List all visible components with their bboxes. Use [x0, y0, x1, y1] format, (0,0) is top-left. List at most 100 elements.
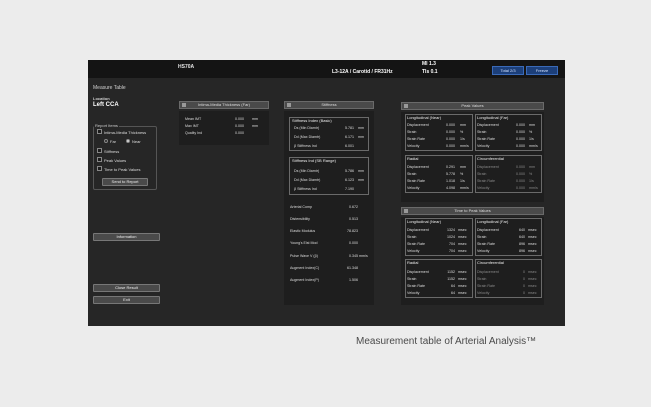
- near-radio[interactable]: [126, 139, 130, 143]
- stiffness-row-label: Arterial Comp: [290, 205, 312, 209]
- peak-row-label: Strain: [407, 130, 417, 134]
- time-to-peak-header: Time to Peak Values: [401, 207, 544, 215]
- peak-group-title: Longitudinal (Far): [477, 115, 509, 120]
- stiffness-row-value: 0.513: [349, 217, 358, 221]
- imt-row-unit: mm: [252, 124, 258, 128]
- ttp-row-unit: msec: [458, 228, 467, 232]
- stiffness-row-label: Augment Index(C): [290, 266, 320, 270]
- ttp-row-value: 0: [523, 270, 525, 274]
- ttp-row-value: 0: [523, 291, 525, 295]
- peak-row-label: Strain Rate: [407, 179, 425, 183]
- ttp-row-value: 704: [449, 242, 455, 246]
- peak-row-unit: %: [529, 130, 533, 134]
- time-to-peak-checkbox-label: Time to Peak Values: [104, 167, 141, 172]
- peak-row-unit: mm/s: [460, 186, 469, 190]
- far-radio[interactable]: [104, 139, 108, 143]
- peak-row-label: Displacement: [407, 123, 429, 127]
- ttp-row-label: Strain: [407, 277, 417, 281]
- ttp-row-label: Velocity: [407, 291, 420, 295]
- section-icon: [404, 209, 408, 213]
- stiffness-row-label: Elastic Modulus: [290, 229, 316, 233]
- peak-row-value: 0.000: [446, 130, 455, 134]
- peak-row-value: 0.000: [516, 165, 525, 169]
- imt-row-label: Max IMT: [185, 124, 199, 128]
- stiffness-basic-title: Stiffness Index (Basic): [292, 118, 332, 123]
- peak-row-label: Displacement: [407, 165, 429, 169]
- ttp-row-unit: msec: [528, 291, 537, 295]
- stiffness-row-value: 1.506: [349, 278, 358, 282]
- information-button[interactable]: Information: [93, 233, 160, 241]
- stiffness-row-label: Dd (Max Diamtr): [294, 135, 321, 139]
- imt-checkbox-label: Intima-Media Thickness: [104, 130, 147, 135]
- page-title: Measure Table: [93, 85, 126, 91]
- ttp-row-value: 1152: [447, 277, 455, 281]
- ttp-row-label: Displacement: [477, 270, 499, 274]
- ttp-row-unit: msec: [458, 249, 467, 253]
- peak-values-checkbox-label: Peak Values: [104, 158, 127, 163]
- peak-row-value: 0.000: [446, 144, 455, 148]
- ttp-row-label: Strain: [477, 235, 487, 239]
- far-radio-label: Far: [110, 139, 116, 144]
- ttp-row-unit: msec: [528, 277, 537, 281]
- ttp-row-value: 640: [519, 235, 525, 239]
- stiffness-checkbox-label: Stiffness: [104, 149, 120, 154]
- exit-button[interactable]: Exit: [93, 296, 160, 304]
- total-button[interactable]: Total 2/3: [492, 66, 524, 75]
- ttp-row-label: Strain Rate: [477, 242, 495, 246]
- ttp-row-label: Displacement: [477, 228, 499, 232]
- peak-row-unit: mm: [529, 165, 535, 169]
- peak-row-unit: %: [460, 130, 464, 134]
- close-result-button[interactable]: Close Result: [93, 284, 160, 292]
- ttp-row-value: 640: [519, 228, 525, 232]
- peak-row-value: 0.000: [516, 123, 525, 127]
- stiffness-row-label: Ds (Min Diamtr): [294, 126, 320, 130]
- peak-row-value: 1.018: [446, 179, 455, 183]
- stiffness-checkbox[interactable]: [97, 148, 102, 153]
- stiffness-row-unit: mm: [358, 126, 364, 130]
- time-to-peak-checkbox[interactable]: [97, 166, 102, 171]
- stiffness-sb-title: Stiffness Ind (SB Range): [292, 158, 336, 163]
- imt-row-value: 0.000: [235, 124, 244, 128]
- freeze-button[interactable]: Freeze: [526, 66, 558, 75]
- location-label: Location: [93, 96, 110, 101]
- peak-row-label: Velocity: [407, 186, 420, 190]
- ttp-group-title: Longitudinal (Far): [477, 219, 509, 224]
- peak-row-unit: mm/s: [529, 186, 538, 190]
- ttp-row-unit: msec: [458, 242, 467, 246]
- ttp-row-unit: msec: [528, 235, 537, 239]
- mi-readout: MI 1.3: [422, 61, 436, 67]
- peak-row-value: 0.000: [516, 186, 525, 190]
- stiffness-row-label: Dd (Max Diamtr): [294, 178, 321, 182]
- ttp-row-value: 896: [519, 242, 525, 246]
- peak-values-header: Peak Values: [401, 102, 544, 110]
- probe-preset: L3-12A / Carotid / FR31Hz: [332, 69, 393, 75]
- stiffness-row-label: Ds (Min Diamtr): [294, 169, 320, 173]
- stiffness-row-unit: mm: [358, 178, 364, 182]
- time-to-peak-header-label: Time to Peak Values: [454, 208, 491, 213]
- peak-row-label: Displacement: [477, 165, 499, 169]
- peak-row-unit: %: [460, 172, 464, 176]
- figure-caption: Measurement table of Arterial Analysis™: [356, 336, 537, 347]
- peak-values-checkbox[interactable]: [97, 157, 102, 162]
- peak-row-label: Strain Rate: [407, 137, 425, 141]
- stiffness-row-value: 0.345: [349, 254, 358, 258]
- location-value: Left CCA: [93, 102, 119, 108]
- peak-row-label: Strain Rate: [477, 179, 495, 183]
- peak-row-label: Strain: [477, 172, 487, 176]
- peak-row-value: 0.000: [516, 144, 525, 148]
- peak-row-value: 0.000: [516, 172, 525, 176]
- peak-row-unit: mm/s: [529, 144, 538, 148]
- send-to-report-button[interactable]: Send to Report: [102, 178, 148, 186]
- ttp-row-label: Velocity: [407, 249, 420, 253]
- stiffness-row-unit: mm/s: [359, 254, 368, 258]
- peak-row-unit: 1/s: [460, 179, 465, 183]
- peak-group-title: Radial: [407, 156, 419, 161]
- imt-checkbox[interactable]: [97, 129, 102, 134]
- ttp-row-value: 0: [523, 277, 525, 281]
- stiffness-row-value: 0.000: [349, 241, 358, 245]
- ttp-row-label: Strain Rate: [407, 242, 425, 246]
- imt-row-label: Quality Ind: [185, 131, 203, 135]
- peak-row-label: Velocity: [407, 144, 420, 148]
- ttp-row-value: 64: [451, 291, 455, 295]
- ultrasound-screen: HS70A MI 1.3 L3-12A / Carotid / FR31Hz T…: [88, 60, 565, 326]
